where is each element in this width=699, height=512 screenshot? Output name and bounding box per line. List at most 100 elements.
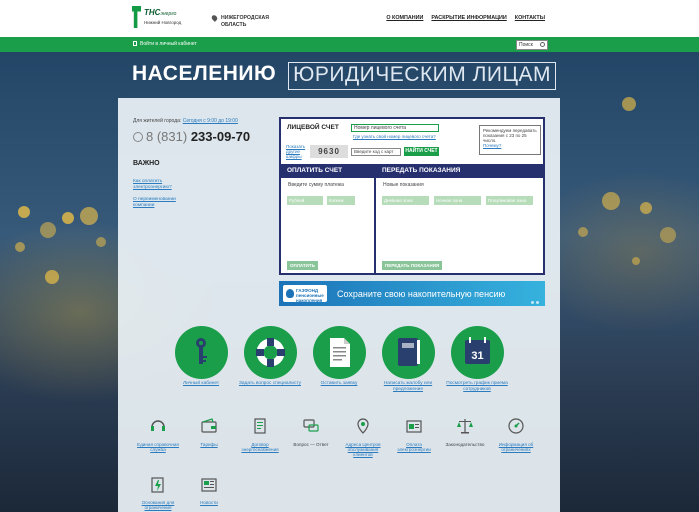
bokeh-light — [80, 207, 98, 225]
book-icon — [398, 338, 420, 366]
news-service[interactable] — [200, 476, 218, 494]
offices-label[interactable]: Адреса Центров обслуживания клиентов — [338, 442, 388, 458]
nav-disclosure[interactable]: РАСКРЫТИЕ ИНФОРМАЦИИ — [431, 15, 506, 21]
tariffs-label[interactable]: Тарифы — [184, 442, 234, 447]
tns-energo-logo[interactable]: ТНСэнерго Нижний Новгород — [132, 6, 192, 32]
why-link[interactable]: Почему? — [483, 143, 501, 148]
logo-mark-icon — [132, 6, 141, 28]
gazfond-logo: ГАЗФОНД пенсионные накопления — [283, 285, 327, 303]
pager-dot[interactable] — [536, 301, 539, 304]
info-meter-icon — [508, 418, 524, 434]
find-account-number-link[interactable]: Где узнать свой номер лицевого счета? — [353, 134, 436, 139]
bokeh-light — [18, 206, 30, 218]
phone-number: 233-09-70 — [190, 129, 251, 144]
complaint-label[interactable]: Написать жалобу или предложение — [376, 381, 440, 392]
restriction-grounds-label[interactable]: Основания для ограничения — [133, 500, 183, 510]
payment-label[interactable]: Оплата электроэнергии — [389, 442, 439, 452]
banner-pager[interactable] — [531, 301, 539, 304]
personal-account-widget: ЛИЦЕВОЙ СЧЕТ Номер лицевого счета Где уз… — [279, 117, 545, 275]
gazfond-banner[interactable]: ГАЗФОНД пенсионные накопления Сохраните … — [279, 281, 545, 306]
legislation-service[interactable] — [456, 417, 474, 435]
readings-label: Новые показания — [383, 182, 424, 188]
news-icon — [201, 478, 217, 492]
legislation-label[interactable]: Законодательство — [440, 442, 490, 447]
hotline-phone[interactable]: 8 (831) 233-09-70 — [133, 129, 250, 144]
gazfond-drop-icon — [286, 289, 294, 298]
green-toolbar — [0, 37, 699, 52]
day-zone-input[interactable]: Дневная зона — [382, 196, 429, 205]
lock-icon — [133, 41, 137, 46]
schedule-service[interactable]: 31 — [451, 326, 504, 379]
phone-icon — [133, 132, 143, 142]
personal-account-service[interactable] — [175, 326, 228, 379]
how-to-pay-link[interactable]: Как оплатить электроэнергию? — [133, 179, 183, 190]
restriction-grounds-service[interactable] — [149, 476, 167, 494]
ask-specialist-service[interactable] — [244, 326, 297, 379]
city-hours: Для жителей города: Сегодня с 9:00 до 19… — [133, 118, 238, 124]
captcha-image: 9630 — [310, 145, 348, 158]
restrictions-info-service[interactable] — [507, 417, 525, 435]
captcha-code-input[interactable]: Введите код с карт — [351, 148, 401, 156]
bokeh-light — [62, 212, 74, 224]
tab-population[interactable]: НАСЕЛЕНИЮ — [132, 62, 276, 90]
rename-company-link[interactable]: О переименовании компании — [133, 197, 183, 208]
document-icon — [330, 338, 350, 367]
night-zone-input[interactable]: Ночная зона — [434, 196, 481, 205]
login-link[interactable]: Войти в личный кабинет — [133, 41, 197, 47]
personal-account-label[interactable]: Личный кабинет — [169, 381, 233, 387]
bokeh-light — [578, 227, 588, 237]
hotline-label[interactable]: Единая справочная служба — [133, 442, 183, 452]
hotline-service[interactable] — [149, 417, 167, 435]
bolt-document-icon — [151, 477, 164, 493]
nav-contacts[interactable]: КОНТАКТЫ — [515, 15, 545, 21]
complaint-service[interactable] — [382, 326, 435, 379]
faq-label[interactable]: Вопрос — Ответ — [286, 442, 336, 447]
refresh-captcha-link[interactable]: Показать другие шифры — [286, 144, 310, 159]
pay-title: ОПЛАТИТЬ СЧЕТ — [281, 164, 374, 178]
submit-request-label[interactable]: Оставить заявку — [307, 381, 371, 387]
chat-icon — [303, 419, 319, 432]
half-peak-zone-input[interactable]: Полупиковая зона — [486, 196, 533, 205]
payment-service[interactable] — [405, 417, 423, 435]
submit-readings-button[interactable]: ПЕРЕДАТЬ ПОКАЗАНИЯ — [382, 261, 443, 270]
bokeh-light — [45, 270, 59, 284]
bokeh-light — [40, 222, 56, 238]
pay-button[interactable]: ОПЛАТИТЬ — [287, 261, 318, 270]
contract-icon — [254, 418, 266, 434]
calendar-icon: 31 — [465, 337, 490, 364]
wallet-icon — [201, 418, 217, 433]
lifebuoy-icon — [256, 338, 285, 367]
offices-service[interactable] — [354, 417, 372, 435]
news-label[interactable]: Новости — [184, 500, 234, 505]
nav-about[interactable]: О КОМПАНИИ — [386, 15, 423, 21]
note-text: Рекомендуем передавать показания с 23 по… — [483, 128, 537, 143]
map-pin-icon — [357, 418, 369, 434]
schedule-label[interactable]: Посмотреть график приема сотрудников — [445, 381, 509, 392]
search-input[interactable]: Поиск — [516, 40, 548, 50]
faq-service[interactable] — [302, 417, 320, 435]
submit-request-service[interactable] — [313, 326, 366, 379]
find-account-button[interactable]: НАЙТИ СЧЕТ — [404, 147, 439, 156]
top-header: ТНСэнерго Нижний Новгород НИЖЕГОРОДСКАЯ … — [0, 0, 699, 37]
pay-bill-section: ОПЛАТИТЬ СЧЕТ Введите сумму платежа Рубл… — [281, 164, 376, 275]
logo-city: Нижний Новгород — [144, 20, 182, 25]
account-number-input[interactable]: Номер лицевого счета — [351, 124, 439, 132]
location-pin-icon — [210, 14, 219, 22]
pager-dot[interactable] — [531, 301, 534, 304]
restrictions-info-label[interactable]: Информация об ограничениях — [491, 442, 541, 452]
contract-label[interactable]: Договор энергоснабжения — [235, 442, 285, 452]
search-icon[interactable] — [540, 42, 545, 47]
ask-specialist-label[interactable]: Задать вопрос специалисту — [238, 381, 302, 387]
scales-icon — [457, 419, 473, 434]
pay-label: Введите сумму платежа — [288, 182, 344, 188]
banner-text: Сохраните свою накопительную пенсию — [337, 289, 506, 299]
kopecks-input[interactable]: Копеек — [327, 196, 355, 205]
tariffs-service[interactable] — [200, 417, 218, 435]
tab-legal-entities[interactable]: ЮРИДИЧЕСКИМ ЛИЦАМ — [288, 62, 557, 90]
rubles-input[interactable]: Рублей — [287, 196, 323, 205]
account-title: ЛИЦЕВОЙ СЧЕТ — [287, 124, 339, 131]
contract-service[interactable] — [251, 417, 269, 435]
audience-tabs: НАСЕЛЕНИЮ ЮРИДИЧЕСКИМ ЛИЦАМ — [132, 62, 557, 90]
office-hours-link[interactable]: Сегодня с 9:00 до 19:00 — [183, 118, 238, 124]
gazfond-logo-text: ГАЗФОНД пенсионные накопления — [296, 288, 324, 303]
